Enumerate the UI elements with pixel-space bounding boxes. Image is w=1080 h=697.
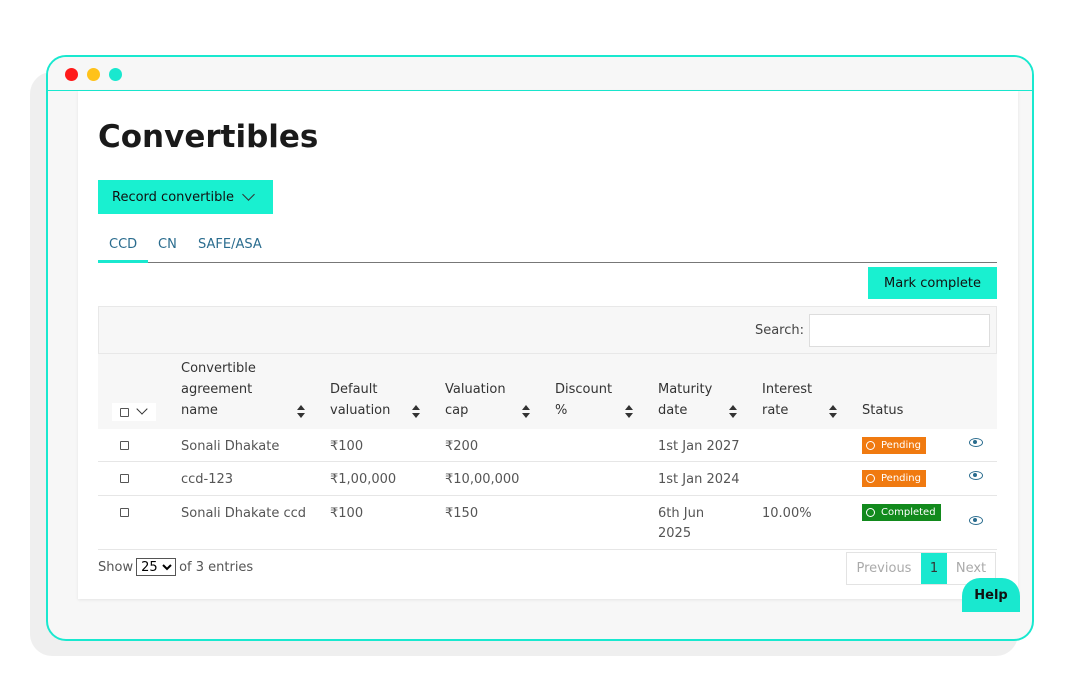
entries-info: Show 25 of 3 entries bbox=[98, 558, 253, 576]
column-header-valuation-cap[interactable]: Valuation cap bbox=[445, 379, 519, 421]
cell-name: Sonali Dhakate ccd bbox=[181, 506, 307, 521]
tab-cn[interactable]: CN bbox=[158, 237, 177, 252]
cell-maturity-date: 1st Jan 2027 bbox=[658, 439, 740, 454]
column-header-name[interactable]: Convertible agreement name bbox=[181, 358, 276, 421]
clock-icon bbox=[866, 441, 875, 450]
tab-ccd[interactable]: CCD bbox=[97, 237, 149, 263]
cell-default-valuation: ₹100 bbox=[330, 439, 364, 454]
maximize-window-dot[interactable] bbox=[109, 68, 122, 81]
status-badge-label: Pending bbox=[881, 473, 921, 484]
sort-icon[interactable] bbox=[829, 405, 837, 419]
convertibles-card: Convertibles Record convertible CCD CN S… bbox=[78, 91, 1018, 599]
eye-icon[interactable] bbox=[969, 438, 983, 447]
cell-maturity-date: 6th Jun 2025 bbox=[658, 506, 705, 541]
table-row: Sonali Dhakate ccd ₹100 ₹150 6th Jun 202… bbox=[98, 496, 997, 550]
table-toolbar: Search: bbox=[98, 306, 997, 354]
search-label: Search: bbox=[754, 323, 804, 338]
sort-icon[interactable] bbox=[522, 405, 530, 419]
page-title: Convertibles bbox=[98, 119, 319, 155]
record-convertible-label: Record convertible bbox=[112, 189, 234, 205]
chevron-down-icon bbox=[242, 188, 255, 201]
record-convertible-button[interactable]: Record convertible bbox=[98, 180, 273, 214]
eye-icon[interactable] bbox=[969, 516, 983, 525]
row-checkbox[interactable] bbox=[120, 474, 129, 483]
search-input[interactable] bbox=[809, 314, 990, 347]
check-circle-icon bbox=[866, 508, 875, 517]
table-row: ccd-123 ₹1,00,000 ₹10,00,000 1st Jan 202… bbox=[98, 462, 997, 496]
previous-page-button[interactable]: Previous bbox=[847, 553, 921, 584]
table-header: Convertible agreement name Default valua… bbox=[98, 354, 997, 429]
show-label: Show bbox=[98, 559, 134, 575]
cell-valuation-cap: ₹200 bbox=[445, 439, 479, 454]
cell-valuation-cap: ₹150 bbox=[445, 506, 479, 521]
column-header-default-valuation[interactable]: Default valuation bbox=[330, 379, 412, 421]
column-header-maturity-date[interactable]: Maturity date bbox=[658, 379, 720, 421]
status-badge: Completed bbox=[862, 504, 941, 521]
column-header-interest-rate[interactable]: Interest rate bbox=[762, 379, 824, 421]
chevron-down-icon[interactable] bbox=[136, 403, 148, 415]
cell-valuation-cap: ₹10,00,000 bbox=[445, 472, 520, 487]
column-header-discount[interactable]: Discount % bbox=[555, 379, 621, 421]
sort-icon[interactable] bbox=[625, 405, 633, 419]
mark-complete-button[interactable]: Mark complete bbox=[868, 267, 997, 299]
cell-name: Sonali Dhakate bbox=[181, 439, 280, 454]
page-size-select[interactable]: 25 bbox=[136, 558, 177, 576]
status-badge: Pending bbox=[862, 437, 926, 454]
minimize-window-dot[interactable] bbox=[87, 68, 100, 81]
help-button[interactable]: Help bbox=[962, 578, 1020, 612]
select-all-checkbox[interactable] bbox=[120, 408, 129, 417]
eye-icon[interactable] bbox=[969, 471, 983, 480]
clock-icon bbox=[866, 474, 875, 483]
sort-icon[interactable] bbox=[297, 405, 305, 419]
select-all-control[interactable] bbox=[112, 403, 156, 421]
close-window-dot[interactable] bbox=[65, 68, 78, 81]
sort-icon[interactable] bbox=[412, 405, 420, 419]
window-titlebar bbox=[48, 57, 1032, 91]
row-checkbox[interactable] bbox=[120, 441, 129, 450]
convertible-tabs: CCD CN SAFE/ASA bbox=[97, 231, 997, 263]
entries-count-label: of 3 entries bbox=[179, 559, 254, 575]
cell-interest-rate: 10.00% bbox=[762, 506, 812, 521]
status-badge-label: Pending bbox=[881, 440, 921, 451]
table-row: Sonali Dhakate ₹100 ₹200 1st Jan 2027 Pe… bbox=[98, 429, 997, 462]
status-badge: Pending bbox=[862, 470, 926, 487]
sort-icon[interactable] bbox=[729, 405, 737, 419]
tab-safe-asa[interactable]: SAFE/ASA bbox=[198, 237, 262, 252]
cell-default-valuation: ₹1,00,000 bbox=[330, 472, 397, 487]
column-header-status: Status bbox=[862, 403, 904, 418]
browser-window: Convertibles Record convertible CCD CN S… bbox=[46, 55, 1034, 641]
cell-maturity-date: 1st Jan 2024 bbox=[658, 472, 740, 487]
status-badge-label: Completed bbox=[881, 507, 936, 518]
cell-name: ccd-123 bbox=[181, 472, 234, 487]
row-checkbox[interactable] bbox=[120, 508, 129, 517]
page-1-button[interactable]: 1 bbox=[921, 553, 947, 584]
cell-default-valuation: ₹100 bbox=[330, 506, 364, 521]
